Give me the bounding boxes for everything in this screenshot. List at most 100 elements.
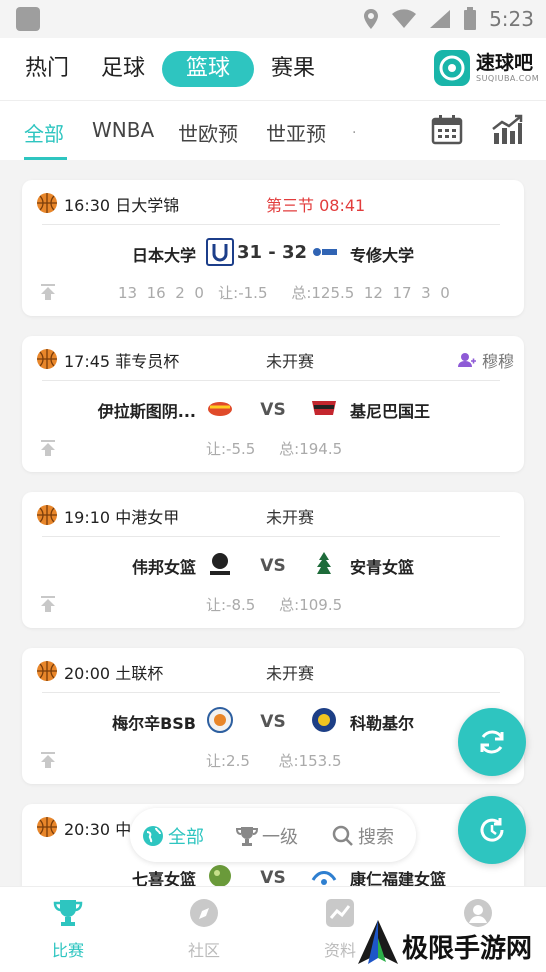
follower-badge[interactable]: 穆穆 (457, 348, 514, 372)
chart-icon (326, 899, 354, 927)
clock: 5:23 (489, 7, 534, 31)
user-icon (457, 353, 476, 367)
subtab-world-europe-qualifier[interactable]: 世欧预 (178, 118, 238, 147)
calendar-icon[interactable] (430, 113, 464, 147)
battery-icon (464, 7, 477, 30)
home-team: 梅尔辛BSB (112, 714, 196, 733)
vs-label: VS (260, 556, 286, 576)
subtab-world-asia-qualifier[interactable]: 世亚预 (266, 118, 326, 147)
tab-basketball[interactable]: 篮球 (162, 51, 254, 87)
timer-refresh-icon (480, 818, 504, 842)
compass-icon (190, 899, 218, 927)
vs-label: VS (260, 868, 286, 888)
home-team-logo (208, 402, 232, 416)
vs-label: VS (260, 400, 286, 420)
refresh-button[interactable] (458, 708, 526, 776)
trophy-icon (53, 900, 83, 926)
signal-icon (430, 10, 451, 28)
home-team: 伟邦女篮 (131, 558, 196, 577)
location-icon (364, 9, 379, 29)
home-team-logo (210, 553, 230, 575)
pin-top-icon[interactable] (40, 596, 56, 612)
home-team: 日本大学 (131, 246, 196, 265)
vs-label: VS (260, 712, 286, 732)
logo-ball-icon (434, 50, 470, 86)
watermark-text: 极限手游网 (402, 934, 533, 964)
trend-chart-icon[interactable] (490, 113, 524, 147)
logo-name: 速球吧 (476, 52, 534, 74)
away-team: 科勒基尔 (350, 714, 415, 733)
filter-all-label: 全部 (168, 827, 204, 848)
match-card[interactable]: 17:45 菲专员杯 未开赛 穆穆 伊拉斯图阴... VS 基尼巴国王 让:-5… (22, 336, 524, 472)
nav-matches[interactable]: 比赛 (28, 897, 108, 961)
away-team-logo (312, 708, 336, 732)
divider (42, 380, 500, 381)
away-team-logo (312, 401, 336, 415)
away-team: 基尼巴国王 (350, 402, 431, 421)
match-time-league: 20:30 中 (64, 820, 132, 839)
basketball-icon (37, 349, 57, 369)
match-status: 未开赛 (266, 352, 315, 371)
filter-search[interactable]: 搜索 (332, 823, 394, 849)
follower-name: 穆穆 (481, 352, 514, 371)
basketball-icon (37, 817, 57, 837)
wifi-icon (392, 9, 417, 28)
filter-level-one[interactable]: 一级 (236, 823, 298, 849)
notification-icon (16, 7, 40, 31)
trophy-icon (236, 827, 258, 846)
subtab-indicator (24, 157, 67, 160)
away-team-logo (317, 552, 331, 574)
match-status: 未开赛 (266, 664, 315, 683)
top-header: 热门 足球 篮球 赛果 速球吧 SUQIUBA.COM (0, 38, 546, 100)
globe-icon (143, 826, 163, 846)
divider (42, 224, 500, 225)
refresh-icon (480, 730, 504, 754)
match-odds: 让:-5.5 总:194.5 (206, 440, 343, 458)
logo-domain: SUQIUBA.COM (476, 74, 540, 83)
home-team-logo (206, 238, 234, 266)
match-odds: 让:-8.5 总:109.5 (206, 596, 343, 614)
match-card[interactable]: 20:00 土联杯 未开赛 梅尔辛BSB VS 科勒基尔 让:2.5 总:153… (22, 648, 524, 784)
basketball-icon (37, 661, 57, 681)
app-logo: 速球吧 SUQIUBA.COM (434, 48, 542, 90)
home-team-logo (207, 707, 233, 733)
watermark: 极限手游网 (356, 918, 540, 970)
match-time-league: 17:45 菲专员杯 (64, 352, 180, 371)
match-card[interactable]: 16:30 日大学锦 第三节 08:41 日本大学 31 - 32 专修大学 1… (22, 180, 524, 316)
subtab-more[interactable]: . (352, 121, 356, 137)
away-team: 安青女篮 (350, 558, 415, 577)
match-status: 未开赛 (266, 508, 315, 527)
status-bar: 5:23 (0, 0, 546, 38)
tab-results[interactable]: 赛果 (266, 51, 320, 87)
filter-bar: 全部 一级 搜索 (130, 808, 416, 862)
timer-refresh-button[interactable] (458, 796, 526, 864)
nav-community[interactable]: 社区 (164, 897, 244, 961)
pin-top-icon[interactable] (40, 284, 56, 300)
away-team-logo (313, 248, 337, 256)
pin-top-icon[interactable] (40, 752, 56, 768)
subtab-all[interactable]: 全部 (24, 118, 64, 147)
filter-all[interactable]: 全部 (142, 823, 204, 849)
nav-matches-label: 比赛 (51, 941, 84, 960)
filter-level-one-label: 一级 (262, 827, 298, 848)
tab-football[interactable]: 足球 (96, 51, 150, 87)
nav-community-label: 社区 (187, 941, 220, 960)
pin-top-icon[interactable] (40, 440, 56, 456)
home-team: 伊拉斯图阴... (97, 402, 196, 421)
match-time-league: 19:10 中港女甲 (64, 508, 180, 527)
tab-hot[interactable]: 热门 (20, 51, 74, 87)
subtab-wnba[interactable]: WNBA (92, 118, 154, 142)
divider (42, 536, 500, 537)
match-status: 第三节 08:41 (266, 196, 366, 215)
divider (42, 692, 500, 693)
basketball-icon (37, 193, 57, 213)
away-team: 专修大学 (350, 246, 415, 265)
match-time-league: 16:30 日大学锦 (64, 196, 180, 215)
watermark-logo-icon (358, 920, 398, 964)
filter-search-label: 搜索 (358, 827, 394, 848)
sub-tabs: 全部 WNBA 世欧预 世亚预 . (0, 100, 546, 160)
search-icon (332, 825, 353, 846)
basketball-icon (37, 505, 57, 525)
match-score: 31 - 32 (236, 242, 308, 263)
match-card[interactable]: 19:10 中港女甲 未开赛 伟邦女篮 VS 安青女篮 让:-8.5 总:109… (22, 492, 524, 628)
